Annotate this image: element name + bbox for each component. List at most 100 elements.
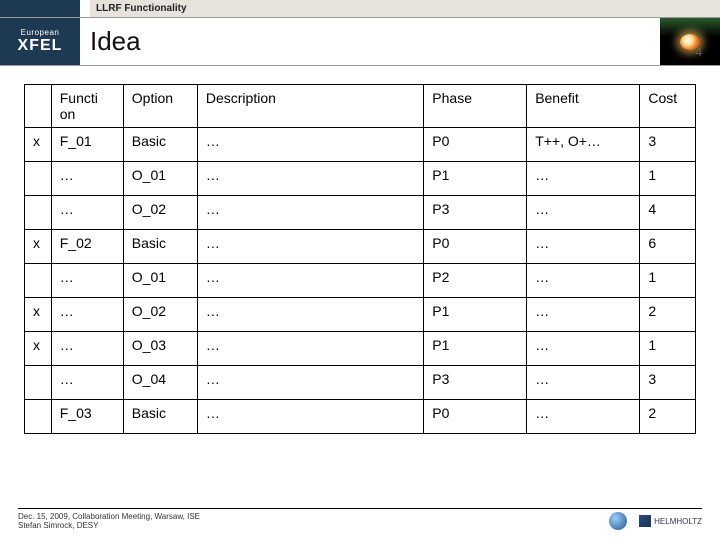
cell-benefit: … (527, 264, 640, 298)
cell-mark: x (25, 230, 52, 264)
cell-cost: 1 (640, 162, 696, 196)
cell-benefit: T++, O+… (527, 128, 640, 162)
footer-line1: Dec. 15, 2009, Collaboration Meeting, Wa… (18, 512, 200, 521)
table-row: xF_01Basic…P0T++, O+…3 (25, 128, 696, 162)
cell-description: … (197, 230, 423, 264)
header-phase: Phase (424, 85, 527, 128)
cell-phase: P1 (424, 162, 527, 196)
cell-option: Basic (123, 400, 197, 434)
cell-description: … (197, 162, 423, 196)
cell-mark (25, 162, 52, 196)
cell-function: … (51, 162, 123, 196)
cell-function: F_02 (51, 230, 123, 264)
cell-function: … (51, 332, 123, 366)
header-option: Option (123, 85, 197, 128)
slide-title: Idea (80, 18, 660, 65)
cell-mark (25, 196, 52, 230)
table-row: x…O_02…P1…2 (25, 298, 696, 332)
sphere-logo-icon (609, 512, 627, 530)
cell-description: … (197, 332, 423, 366)
cell-description: … (197, 196, 423, 230)
helmholtz-icon (639, 515, 651, 527)
cell-function: … (51, 298, 123, 332)
cell-option: O_02 (123, 298, 197, 332)
cell-function: … (51, 366, 123, 400)
cell-phase: P1 (424, 298, 527, 332)
table-row: x…O_03…P1…1 (25, 332, 696, 366)
cell-benefit: … (527, 400, 640, 434)
cell-benefit: … (527, 196, 640, 230)
topbar-label: LLRF Functionality (90, 3, 187, 14)
topbar: LLRF Functionality (0, 0, 720, 18)
cell-mark (25, 366, 52, 400)
cell-cost: 3 (640, 366, 696, 400)
cell-phase: P1 (424, 332, 527, 366)
cell-description: … (197, 128, 423, 162)
cell-phase: P0 (424, 400, 527, 434)
cell-mark (25, 264, 52, 298)
helmholtz-logo: HELMHOLTZ (639, 515, 702, 527)
cell-description: … (197, 366, 423, 400)
table-row: F_03Basic…P0…2 (25, 400, 696, 434)
cell-benefit: … (527, 298, 640, 332)
table-row: …O_02…P3…4 (25, 196, 696, 230)
table-header-row: Functi on Option Description Phase Benef… (25, 85, 696, 128)
cell-benefit: … (527, 366, 640, 400)
cell-function: … (51, 264, 123, 298)
header-description: Description (197, 85, 423, 128)
xfel-logo: European XFEL (0, 18, 80, 65)
cell-cost: 3 (640, 128, 696, 162)
cell-description: … (197, 264, 423, 298)
idea-table: Functi on Option Description Phase Benef… (24, 84, 696, 434)
footer-line2: Stefan Simrock, DESY (18, 521, 200, 530)
table-body: xF_01Basic…P0T++, O+…3…O_01…P1…1…O_02…P3… (25, 128, 696, 434)
cell-function: F_01 (51, 128, 123, 162)
cell-phase: P3 (424, 366, 527, 400)
cell-mark: x (25, 128, 52, 162)
topbar-accent (0, 0, 80, 17)
cell-cost: 2 (640, 298, 696, 332)
logo-main-text: XFEL (18, 37, 63, 55)
slide-number: 4 (695, 45, 702, 59)
footer-logos: HELMHOLTZ (609, 512, 702, 530)
header-benefit: Benefit (527, 85, 640, 128)
cell-benefit: … (527, 162, 640, 196)
cell-cost: 6 (640, 230, 696, 264)
logo-top-text: European (21, 28, 60, 37)
cell-description: … (197, 400, 423, 434)
cell-benefit: … (527, 332, 640, 366)
cell-option: Basic (123, 128, 197, 162)
cell-option: O_01 (123, 162, 197, 196)
cell-function: … (51, 196, 123, 230)
cell-mark: x (25, 298, 52, 332)
cell-phase: P2 (424, 264, 527, 298)
cell-phase: P0 (424, 128, 527, 162)
cell-mark: x (25, 332, 52, 366)
content-area: Functi on Option Description Phase Benef… (0, 66, 720, 434)
header-cost: Cost (640, 85, 696, 128)
table-row: xF_02Basic…P0…6 (25, 230, 696, 264)
cell-description: … (197, 298, 423, 332)
topbar-gap (80, 0, 90, 17)
cell-cost: 1 (640, 332, 696, 366)
header-mark (25, 85, 52, 128)
footer-text: Dec. 15, 2009, Collaboration Meeting, Wa… (18, 512, 200, 530)
header-function: Functi on (51, 85, 123, 128)
cell-phase: P3 (424, 196, 527, 230)
cell-function: F_03 (51, 400, 123, 434)
cell-phase: P0 (424, 230, 527, 264)
table-row: …O_04…P3…3 (25, 366, 696, 400)
table-row: …O_01…P2…1 (25, 264, 696, 298)
cell-option: O_02 (123, 196, 197, 230)
cell-cost: 1 (640, 264, 696, 298)
cell-option: O_04 (123, 366, 197, 400)
header-image (660, 18, 720, 65)
header: European XFEL Idea 4 (0, 18, 720, 66)
cell-option: O_01 (123, 264, 197, 298)
cell-cost: 2 (640, 400, 696, 434)
helmholtz-text: HELMHOLTZ (654, 517, 702, 526)
cell-benefit: … (527, 230, 640, 264)
cell-option: O_03 (123, 332, 197, 366)
footer: Dec. 15, 2009, Collaboration Meeting, Wa… (18, 508, 702, 530)
cell-option: Basic (123, 230, 197, 264)
